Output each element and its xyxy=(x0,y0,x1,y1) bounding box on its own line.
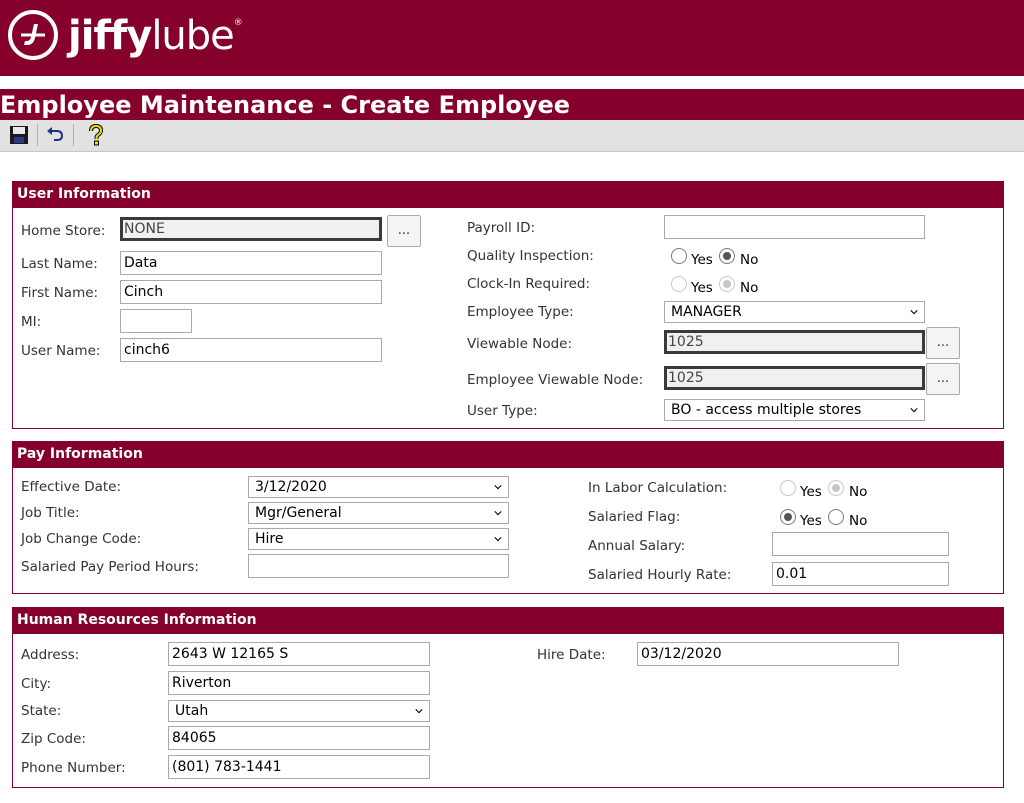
effective-date-value: 3/12/2020 xyxy=(255,479,327,495)
labor-calc-yes-radio[interactable] xyxy=(780,480,796,496)
logo-bold-text: jiffy xyxy=(68,13,152,59)
phone-number-field[interactable]: (801) 783-1441 xyxy=(168,755,430,779)
user-type-value: BO - access multiple stores xyxy=(671,402,862,418)
undo-button[interactable] xyxy=(42,123,68,147)
viewable-node-field[interactable]: 1025 xyxy=(664,330,925,354)
user-type-select[interactable]: BO - access multiple stores xyxy=(664,399,925,421)
quality-inspection-yes-label: Yes xyxy=(691,252,713,268)
annual-salary-label: Annual Salary: xyxy=(588,538,686,554)
chevron-down-icon xyxy=(910,310,918,315)
in-labor-calculation-label: In Labor Calculation: xyxy=(588,480,728,496)
effective-date-select[interactable]: 3/12/2020 xyxy=(248,476,509,498)
address-field[interactable]: 2643 W 12165 S xyxy=(168,642,430,666)
chevron-down-icon xyxy=(494,485,502,490)
first-name-field[interactable]: Cinch xyxy=(120,280,382,304)
viewable-node-label: Viewable Node: xyxy=(467,336,573,352)
labor-calc-yes-label: Yes xyxy=(800,484,822,500)
human-resources-panel: Human Resources Information xyxy=(12,607,1004,788)
user-name-field[interactable]: cinch6 xyxy=(120,338,382,362)
salaried-flag-yes-label: Yes xyxy=(800,513,822,529)
logo-wordmark: jiffylube® xyxy=(68,8,243,64)
user-information-heading: User Information xyxy=(13,182,1003,208)
payroll-id-label: Payroll ID: xyxy=(467,220,536,236)
first-name-label: First Name: xyxy=(21,285,99,301)
employee-type-value: MANAGER xyxy=(671,304,742,320)
page-title: Employee Maintenance - Create Employee xyxy=(0,91,571,119)
home-store-field[interactable]: NONE xyxy=(120,217,382,241)
salaried-pay-period-hours-label: Salaried Pay Period Hours: xyxy=(21,559,199,575)
salaried-flag-label: Salaried Flag: xyxy=(588,509,681,525)
annual-salary-field[interactable] xyxy=(772,532,949,556)
salaried-flag-no-radio[interactable] xyxy=(828,509,844,525)
state-label: State: xyxy=(21,703,62,719)
labor-calc-no-label: No xyxy=(849,484,868,500)
chevron-down-icon xyxy=(415,709,423,714)
job-title-select[interactable]: Mgr/General xyxy=(248,502,509,524)
quality-inspection-yes-radio[interactable] xyxy=(671,248,687,264)
home-store-browse-button[interactable]: ... xyxy=(387,215,421,247)
human-resources-heading: Human Resources Information xyxy=(13,608,1003,634)
job-change-code-value: Hire xyxy=(255,531,284,547)
user-name-label: User Name: xyxy=(21,343,101,359)
city-label: City: xyxy=(21,676,52,692)
job-title-value: Mgr/General xyxy=(255,505,342,521)
clock-in-yes-radio[interactable] xyxy=(671,276,687,292)
chevron-down-icon xyxy=(910,408,918,413)
job-change-code-select[interactable]: Hire xyxy=(248,528,509,550)
last-name-field[interactable]: Data xyxy=(120,251,382,275)
employee-viewable-node-field[interactable]: 1025 xyxy=(664,366,925,390)
salaried-hourly-rate-label: Salaried Hourly Rate: xyxy=(588,567,732,583)
undo-icon xyxy=(47,127,64,141)
mi-label: MI: xyxy=(21,314,42,330)
clock-in-no-label: No xyxy=(740,280,759,296)
pay-information-heading: Pay Information xyxy=(13,442,1003,468)
phone-number-label: Phone Number: xyxy=(21,760,126,776)
quality-inspection-label: Quality Inspection: xyxy=(467,248,594,264)
toolbar-divider xyxy=(37,124,38,146)
city-field[interactable]: Riverton xyxy=(168,671,430,695)
quality-inspection-no-label: No xyxy=(740,252,759,268)
clock-in-yes-label: Yes xyxy=(691,280,713,296)
user-type-label: User Type: xyxy=(467,403,538,419)
chevron-down-icon xyxy=(494,511,502,516)
employee-viewable-node-label: Employee Viewable Node: xyxy=(467,372,644,388)
viewable-node-browse-button[interactable]: ... xyxy=(926,327,960,359)
chevron-down-icon xyxy=(494,537,502,542)
employee-type-select[interactable]: MANAGER xyxy=(664,301,925,323)
toolbar-divider xyxy=(73,124,74,146)
job-change-code-label: Job Change Code: xyxy=(21,531,142,547)
help-icon xyxy=(89,124,104,146)
payroll-id-field[interactable] xyxy=(664,215,925,239)
jiffy-lube-logo-icon xyxy=(8,10,58,60)
hire-date-label: Hire Date: xyxy=(537,647,606,663)
quality-inspection-no-radio[interactable] xyxy=(719,248,735,264)
mi-field[interactable] xyxy=(120,309,192,333)
home-store-label: Home Store: xyxy=(21,223,106,239)
salaried-flag-no-label: No xyxy=(849,513,868,529)
employee-viewable-node-browse-button[interactable]: ... xyxy=(926,363,960,395)
state-value: Utah xyxy=(175,703,209,719)
save-icon xyxy=(10,126,28,144)
job-title-label: Job Title: xyxy=(21,505,80,521)
address-label: Address: xyxy=(21,647,80,663)
clock-in-required-label: Clock-In Required: xyxy=(467,276,591,292)
hire-date-field[interactable]: 03/12/2020 xyxy=(637,642,899,666)
logo-registered-mark: ® xyxy=(233,18,243,28)
clock-in-no-radio[interactable] xyxy=(719,276,735,292)
toolbar xyxy=(0,120,1024,152)
salaried-hourly-rate-field[interactable]: 0.01 xyxy=(772,562,949,586)
zip-code-label: Zip Code: xyxy=(21,731,86,747)
help-button[interactable] xyxy=(83,123,109,147)
zip-code-field[interactable]: 84065 xyxy=(168,726,430,750)
save-button[interactable] xyxy=(6,123,32,147)
state-select[interactable]: Utah xyxy=(168,700,430,722)
salaried-flag-yes-radio[interactable] xyxy=(780,509,796,525)
salaried-pay-period-hours-field[interactable] xyxy=(248,554,509,578)
last-name-label: Last Name: xyxy=(21,256,98,272)
logo-light-text: lube xyxy=(151,13,234,59)
employee-type-label: Employee Type: xyxy=(467,304,574,320)
effective-date-label: Effective Date: xyxy=(21,479,122,495)
labor-calc-no-radio[interactable] xyxy=(828,480,844,496)
